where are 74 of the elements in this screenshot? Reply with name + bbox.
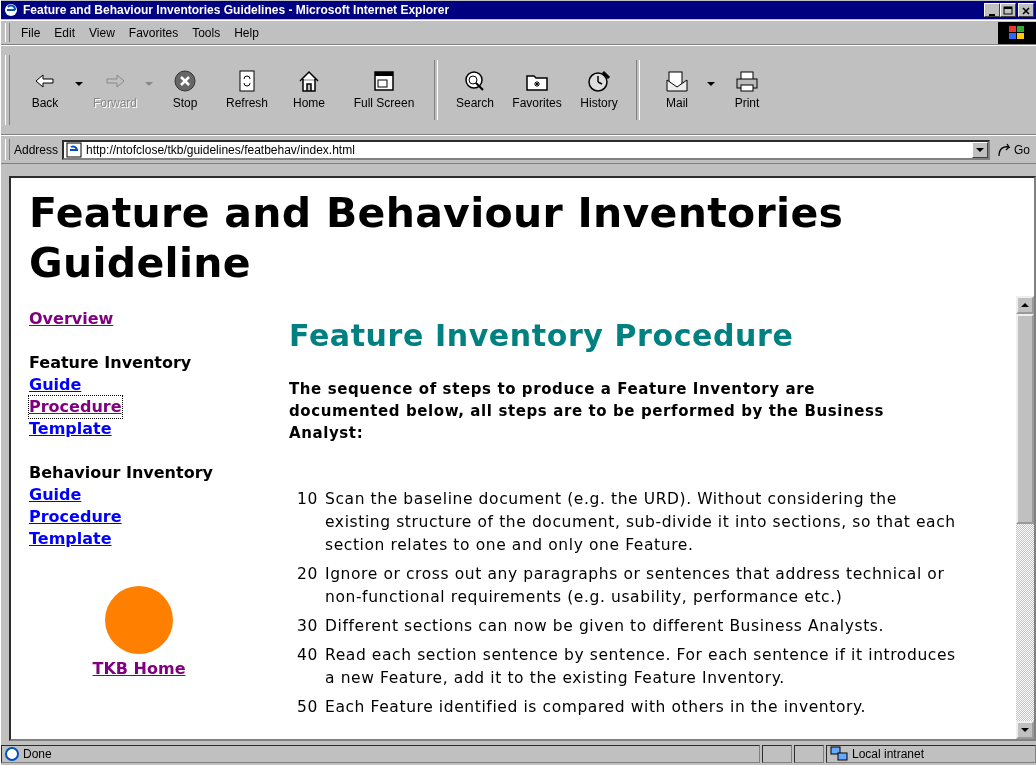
favorites-button[interactable]: Favorites: [506, 70, 568, 110]
nav-link[interactable]: Guide: [29, 374, 82, 396]
stop-icon: [173, 70, 197, 92]
step-text: Different sections can now be given to different Business Analysts.: [325, 616, 885, 637]
network-icon: [830, 746, 848, 762]
caret-icon: [976, 146, 984, 153]
printer-icon: [735, 70, 759, 92]
status-pane: [762, 745, 792, 763]
close-icon: [1021, 6, 1031, 16]
maximize-button[interactable]: [1000, 3, 1016, 17]
step-text: Read each section sentence by sentence. For each sentence if it introduces a new Feature, add it to the existing Feature Inventory.: [325, 645, 956, 689]
nav-link[interactable]: Procedure: [29, 506, 122, 528]
minimize-icon: [989, 14, 995, 16]
maximize-icon: [1003, 6, 1013, 16]
windows-logo: [998, 21, 1036, 44]
print-button[interactable]: Print: [716, 70, 778, 110]
home-icon: [297, 70, 321, 92]
minimize-button[interactable]: [984, 3, 1000, 17]
menu-item[interactable]: Tools: [185, 23, 228, 42]
step-number: 40: [297, 645, 319, 666]
step-text: Each Feature identified is compared with others in the inventory.: [325, 697, 867, 718]
envelope-icon: [665, 70, 689, 92]
step-number: 50: [297, 697, 319, 718]
scroll-down-button[interactable]: [1016, 721, 1034, 739]
menu-item[interactable]: Edit: [47, 23, 83, 42]
close-button[interactable]: [1018, 3, 1034, 17]
dropdown-button[interactable]: [972, 141, 988, 158]
nav-heading: Behaviour Inventory: [29, 462, 214, 484]
page-icon: [5, 747, 19, 761]
page-title: Feature and Behaviour Inventories Guideline: [29, 188, 845, 289]
search-button[interactable]: Search: [444, 70, 506, 110]
nav-link[interactable]: Template: [29, 528, 112, 550]
up-arrow-icon: [1021, 302, 1029, 308]
status-text: Done: [1, 745, 760, 763]
back-button[interactable]: Back: [14, 70, 76, 110]
nav-heading: Feature Inventory: [29, 352, 193, 374]
step-number: 10: [297, 489, 319, 510]
nav-link[interactable]: Guide: [29, 484, 82, 506]
scroll-thumb[interactable]: [1016, 314, 1034, 524]
nav-link[interactable]: Template: [29, 418, 112, 440]
step-number: 30: [297, 616, 319, 637]
browser-icon: [3, 2, 19, 18]
mail-button[interactable]: Mail: [646, 70, 708, 110]
step-number: 20: [297, 564, 319, 585]
scroll-up-button[interactable]: [1016, 296, 1034, 314]
zone-indicator: Local intranet: [826, 745, 1036, 763]
menu-item[interactable]: Help: [227, 23, 266, 42]
address-label: Address: [14, 142, 60, 157]
address-field[interactable]: http://ntofclose/tkb/guidelines/featbehav/index.html: [62, 139, 990, 160]
step-text: Scan the baseline document (e.g. the URD). Without considering the existing structure of the document, sub-divide it into sections, so that each section relates to one and only one Feature.: [325, 489, 956, 556]
status-pane: [794, 745, 824, 763]
window-title: Feature and Behaviour Inventories Guidelines - Microsoft Internet Explorer: [23, 3, 451, 17]
nav-link[interactable]: Overview: [29, 308, 114, 330]
home-link[interactable]: TKB Home: [92, 658, 186, 680]
intro-text: The sequence of steps to produce a Feature Inventory are documented below, all steps are to be performed by the Business Analyst:: [289, 379, 886, 444]
clock-icon: [587, 70, 611, 92]
caret-icon[interactable]: [74, 80, 84, 88]
caret-icon[interactable]: [706, 80, 716, 88]
home-button[interactable]: Home: [278, 70, 340, 110]
stop-button[interactable]: Stop: [154, 70, 216, 110]
section-heading: Feature Inventory Procedure: [289, 318, 795, 354]
history-button[interactable]: History: [568, 70, 630, 110]
full-screen-button[interactable]: Full Screen: [340, 70, 428, 110]
window-icon: [372, 70, 396, 92]
down-arrow-icon: [1021, 727, 1029, 733]
refresh-button[interactable]: Refresh: [216, 70, 278, 110]
menu-item[interactable]: Favorites: [121, 23, 186, 42]
go-button[interactable]: Go: [990, 141, 1036, 158]
curved-arrow-icon: [996, 141, 1012, 158]
menu-item[interactable]: File: [14, 23, 48, 42]
page-icon: [66, 141, 83, 158]
step-text: Ignore or cross out any paragraphs or sentences that address technical or non-functional requirements (e.g. usability, performance etc.): [325, 564, 946, 608]
nav-link[interactable]: Procedure: [29, 396, 122, 418]
menu-item[interactable]: View: [82, 23, 122, 42]
